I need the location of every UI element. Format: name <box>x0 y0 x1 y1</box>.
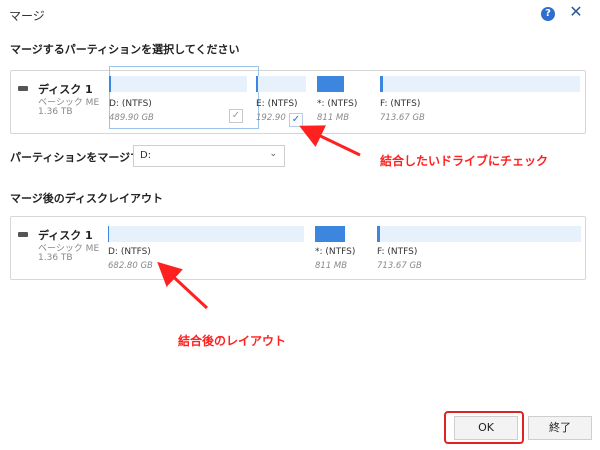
ok-button[interactable]: OK <box>454 416 518 440</box>
partition-f-label: F: (NTFS) <box>380 99 421 109</box>
merge-target-select[interactable]: D: ⌄ <box>133 145 285 167</box>
result-partition-f-label: F: (NTFS) <box>377 247 418 257</box>
partition-d-label: D: (NTFS) <box>109 99 152 109</box>
result-partition-d: D: (NTFS) 682.80 GB <box>108 226 304 274</box>
disk-size: 1.36 TB <box>38 107 73 117</box>
result-partition-f-size: 713.67 GB <box>377 261 422 271</box>
result-partition-d-size: 682.80 GB <box>108 261 153 271</box>
result-partition-f-bar <box>377 226 581 242</box>
partition-e-bar <box>256 76 306 92</box>
result-partition-d-bar <box>108 226 304 242</box>
result-partition-unlabeled-size: 811 MB <box>315 261 348 271</box>
result-partition-unlabeled: *: (NTFS) 811 MB <box>315 226 367 274</box>
check-annotation-arrow <box>299 125 361 157</box>
partition-e[interactable]: E: (NTFS) 192.90 ✓ <box>256 76 308 127</box>
source-disk-panel: ディスク 1 ベーシック ME 1.36 TB D: (NTFS) 489.90… <box>10 66 586 134</box>
chevron-down-icon: ⌄ <box>269 149 277 159</box>
result-partition-unlabeled-label: *: (NTFS) <box>315 247 356 257</box>
partition-f-used-fill <box>380 76 383 92</box>
exit-button[interactable]: 終了 <box>528 416 592 440</box>
help-icon[interactable]: ? <box>541 7 555 21</box>
partition-unlabeled-label: *: (NTFS) <box>317 99 358 109</box>
partition-d-used-fill <box>109 76 111 92</box>
title-bar: マージ ? ✕ <box>0 0 600 28</box>
result-disk-panel: ディスク 1 ベーシック ME 1.36 TB D: (NTFS) 682.80… <box>10 216 586 280</box>
result-partition-d-label: D: (NTFS) <box>108 247 151 257</box>
result-partition-f: F: (NTFS) 713.67 GB <box>377 226 581 274</box>
disk-icon <box>18 86 28 91</box>
partition-d[interactable]: D: (NTFS) 489.90 GB ✓ <box>109 76 247 126</box>
disk-icon <box>18 232 28 237</box>
close-icon[interactable]: ✕ <box>568 3 584 21</box>
window-title: マージ <box>9 9 45 23</box>
partition-unlabeled[interactable]: *: (NTFS) 811 MB <box>317 76 369 126</box>
partition-f-bar <box>380 76 580 92</box>
partition-e-checkbox[interactable]: ✓ <box>289 113 303 127</box>
partition-unlabeled-used-fill <box>317 76 344 92</box>
partition-d-size: 489.90 GB <box>109 113 154 123</box>
layout-annotation-text: 結合後のレイアウト <box>178 334 287 348</box>
partition-d-bar <box>109 76 247 92</box>
result-partition-unlabeled-used-fill <box>315 226 345 242</box>
result-partition-d-used-fill <box>108 226 109 242</box>
merge-target-value: D: <box>140 150 152 161</box>
select-partitions-heading: マージするパーティションを選択してください <box>10 43 240 56</box>
partition-unlabeled-size: 811 MB <box>317 113 350 123</box>
partition-d-checkbox[interactable]: ✓ <box>229 109 243 123</box>
partition-f-size: 713.67 GB <box>380 113 425 123</box>
disk-size: 1.36 TB <box>38 253 73 263</box>
partition-e-label: E: (NTFS) <box>256 99 298 109</box>
partition-f[interactable]: F: (NTFS) 713.67 GB <box>380 76 580 126</box>
partition-e-used-fill <box>256 76 258 92</box>
check-annotation-text: 結合したいドライブにチェック <box>380 154 549 168</box>
layout-after-merge-heading: マージ後のディスクレイアウト <box>10 192 164 205</box>
partition-e-size: 192.90 <box>256 113 286 123</box>
result-partition-f-used-fill <box>377 226 380 242</box>
